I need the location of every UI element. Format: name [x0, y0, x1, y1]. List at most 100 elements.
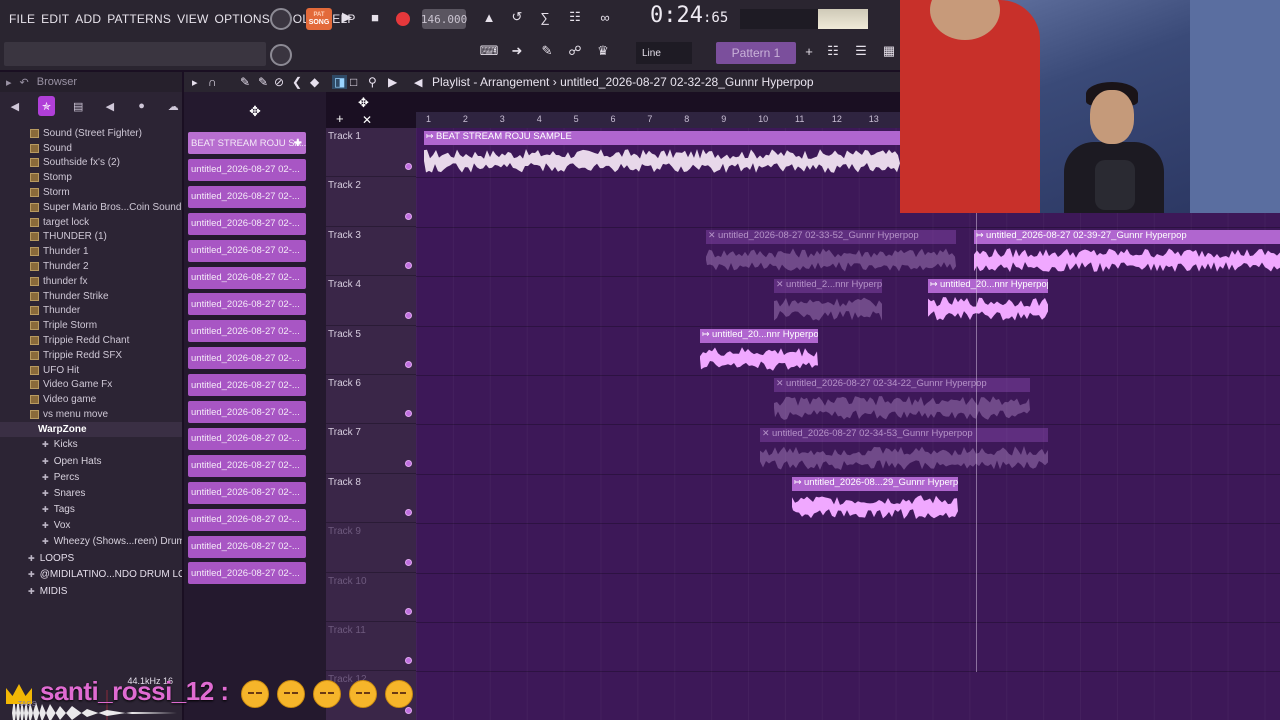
timeline-ruler[interactable]: 1 2 3 4 5 6 7 8 9 10 11 12 13 — [416, 112, 900, 128]
track-mute-led-icon[interactable] — [405, 262, 412, 270]
pattern-selector[interactable]: Pattern 1 — [716, 42, 796, 64]
track-mute-led-icon[interactable] — [405, 163, 412, 171]
track-header[interactable]: Track 7 — [326, 424, 416, 474]
track-header[interactable]: Track 10 — [326, 573, 416, 622]
menu-add[interactable]: ADD — [72, 12, 104, 26]
wait-input-icon[interactable]: ↺ — [506, 6, 528, 28]
zoom-icon[interactable]: ⚲ — [368, 75, 377, 89]
browser-item[interactable]: Southside fx's (2) — [0, 156, 182, 171]
browser-item[interactable]: vs menu move — [0, 407, 182, 422]
tab-plugins-icon[interactable]: ◀ — [101, 96, 119, 116]
playlist-arrow-icon[interactable]: ▸ — [192, 76, 198, 89]
menu-options[interactable]: OPTIONS — [212, 12, 273, 26]
time-display[interactable]: 0:24:65 — [650, 2, 728, 28]
playlist-audio-clip[interactable]: untitled_2026-08...29_Gunnr Hyperpop — [792, 477, 958, 523]
clip-source-item[interactable]: untitled_2026-08-27 02-... — [188, 320, 306, 343]
browser-item[interactable]: Sound — [0, 141, 182, 156]
playlist-audio-clip[interactable]: untitled_20...nnr Hyperpop — [928, 279, 1048, 325]
playlist-audio-clip[interactable]: untitled_2026-08-27 02-34-53_Gunnr Hyper… — [760, 428, 1048, 474]
clip-source-item[interactable]: untitled_2026-08-27 02-... — [188, 454, 306, 477]
magnet-icon[interactable]: ∩ — [208, 75, 217, 89]
clip-source-item[interactable]: untitled_2026-08-27 02-... — [188, 158, 306, 181]
track-mute-led-icon[interactable] — [405, 410, 412, 418]
browser-item[interactable]: Triple Storm — [0, 318, 182, 333]
master-pitch-knob[interactable] — [270, 42, 292, 68]
browser-item[interactable]: Trippie Redd SFX — [0, 348, 182, 363]
clip-source-item[interactable]: untitled_2026-08-27 02-... — [188, 508, 306, 531]
browser-folder-open[interactable]: WarpZone — [0, 421, 182, 437]
browser-item[interactable]: Thunder 1 — [0, 244, 182, 259]
delete-icon[interactable]: ⊘ — [274, 75, 284, 89]
browser-root-folder[interactable]: MIDIS — [0, 583, 182, 600]
playlist-icon[interactable]: ▦ — [878, 40, 900, 62]
browser-subfolder[interactable]: Percs — [0, 469, 182, 485]
track-mute-led-icon[interactable] — [405, 706, 412, 714]
browser-item[interactable]: Trippie Redd Chant — [0, 333, 182, 348]
track-header[interactable]: Track 9 — [326, 523, 416, 573]
tab-prev-icon[interactable]: ◀ — [6, 96, 24, 116]
track-header[interactable]: Track 1 — [326, 128, 416, 178]
track-header[interactable]: Track 8 — [326, 474, 416, 524]
browser-item[interactable]: Thunder — [0, 304, 182, 319]
browser-item[interactable]: Thunder 2 — [0, 259, 182, 274]
tab-cloud-icon[interactable]: ☁ — [164, 96, 182, 116]
clip-source-item[interactable]: untitled_2026-08-27 02-... — [188, 347, 306, 370]
countdown-icon[interactable]: ∑ — [534, 6, 556, 28]
browser-root-folder[interactable]: LOOPS — [0, 550, 182, 567]
browser-root-folder[interactable]: @MIDILATINO...NDO DRUM LOOPS — [0, 567, 182, 584]
browser-subfolder[interactable]: Tags — [0, 501, 182, 517]
browser-arrow-icon[interactable]: ▸ — [6, 76, 12, 89]
paint-icon[interactable]: ✎ — [258, 75, 268, 89]
track-mute-led-icon[interactable] — [405, 607, 412, 615]
browser-item[interactable]: Stomp — [0, 170, 182, 185]
mixer-icon[interactable]: ☷ — [822, 40, 844, 62]
snap-select[interactable]: Line — [636, 42, 692, 64]
browser-item[interactable]: Video game — [0, 392, 182, 407]
browser-subfolder[interactable]: Snares — [0, 485, 182, 501]
playlist-audio-clip[interactable]: untitled_2026-08-27 02-39-27_Gunnr Hyper… — [974, 230, 1280, 276]
menu-view[interactable]: VIEW — [174, 12, 211, 26]
clip-source-item[interactable]: untitled_2026-08-27 02-... — [188, 185, 306, 208]
menu-patterns[interactable]: PATTERNS — [104, 12, 174, 26]
playlist-audio-clip[interactable]: untitled_2026-08-27 02-33-52_Gunnr Hyper… — [706, 230, 956, 276]
track-header[interactable]: Track 2 — [326, 177, 416, 227]
step-edit-icon[interactable]: ☷ — [564, 6, 586, 28]
plugin-icon[interactable]: ✎ — [536, 40, 558, 62]
arrow-right-icon[interactable]: ➜ — [506, 40, 528, 62]
track-mute-led-icon[interactable] — [405, 509, 412, 517]
browser-item[interactable]: target lock — [0, 215, 182, 230]
clip-list-plus-icon[interactable]: ✥ — [249, 103, 261, 120]
loop-record-icon[interactable]: ∞ — [594, 6, 616, 28]
track-header[interactable]: Track 4 — [326, 276, 416, 326]
clip-source-item[interactable]: untitled_2026-08-27 02-... — [188, 239, 306, 262]
record-button[interactable] — [396, 6, 410, 32]
play-icon[interactable]: ▶ — [336, 6, 358, 28]
move-icon[interactable]: ✥ — [358, 95, 369, 111]
track-mute-led-icon[interactable] — [405, 558, 412, 566]
track-header[interactable]: Track 11 — [326, 622, 416, 672]
browser-back-icon[interactable]: ↶ — [20, 76, 29, 89]
add-track-icon[interactable]: + — [336, 111, 344, 126]
clip-source-item[interactable]: untitled_2026-08-27 02-... — [188, 212, 306, 235]
piano-roll-icon[interactable]: ⌨ — [478, 40, 500, 62]
link-icon[interactable]: ☍ — [564, 40, 586, 62]
tempo-display[interactable]: 146.000 — [421, 6, 467, 32]
browser-item[interactable]: Storm — [0, 185, 182, 200]
tab-files-icon[interactable]: ▤ — [69, 96, 87, 116]
tab-world-icon[interactable]: ● — [133, 96, 151, 116]
track-mute-led-icon[interactable] — [405, 657, 412, 665]
browser-item[interactable]: THUNDER (1) — [0, 230, 182, 245]
track-header[interactable]: Track 3 — [326, 227, 416, 277]
add-pattern-icon[interactable]: + — [798, 40, 820, 62]
tab-all-icon[interactable]: ✯ — [37, 96, 56, 116]
clip-source-item[interactable]: untitled_2026-08-27 02-... — [188, 427, 306, 450]
track-mute-led-icon[interactable] — [405, 459, 412, 467]
metronome-icon[interactable]: ▲ — [478, 6, 500, 28]
clip-source-item[interactable]: BEAT STREAM ROJU SA... — [188, 132, 306, 154]
track-header[interactable]: Track 6 — [326, 375, 416, 425]
mute-icon[interactable]: ❮ — [292, 75, 302, 89]
clip-source-item[interactable]: untitled_2026-08-27 02-... — [188, 562, 306, 585]
track-mute-led-icon[interactable] — [405, 212, 412, 220]
clip-source-item[interactable]: untitled_2026-08-27 02-... — [188, 401, 306, 423]
menu-edit[interactable]: EDIT — [38, 12, 72, 26]
